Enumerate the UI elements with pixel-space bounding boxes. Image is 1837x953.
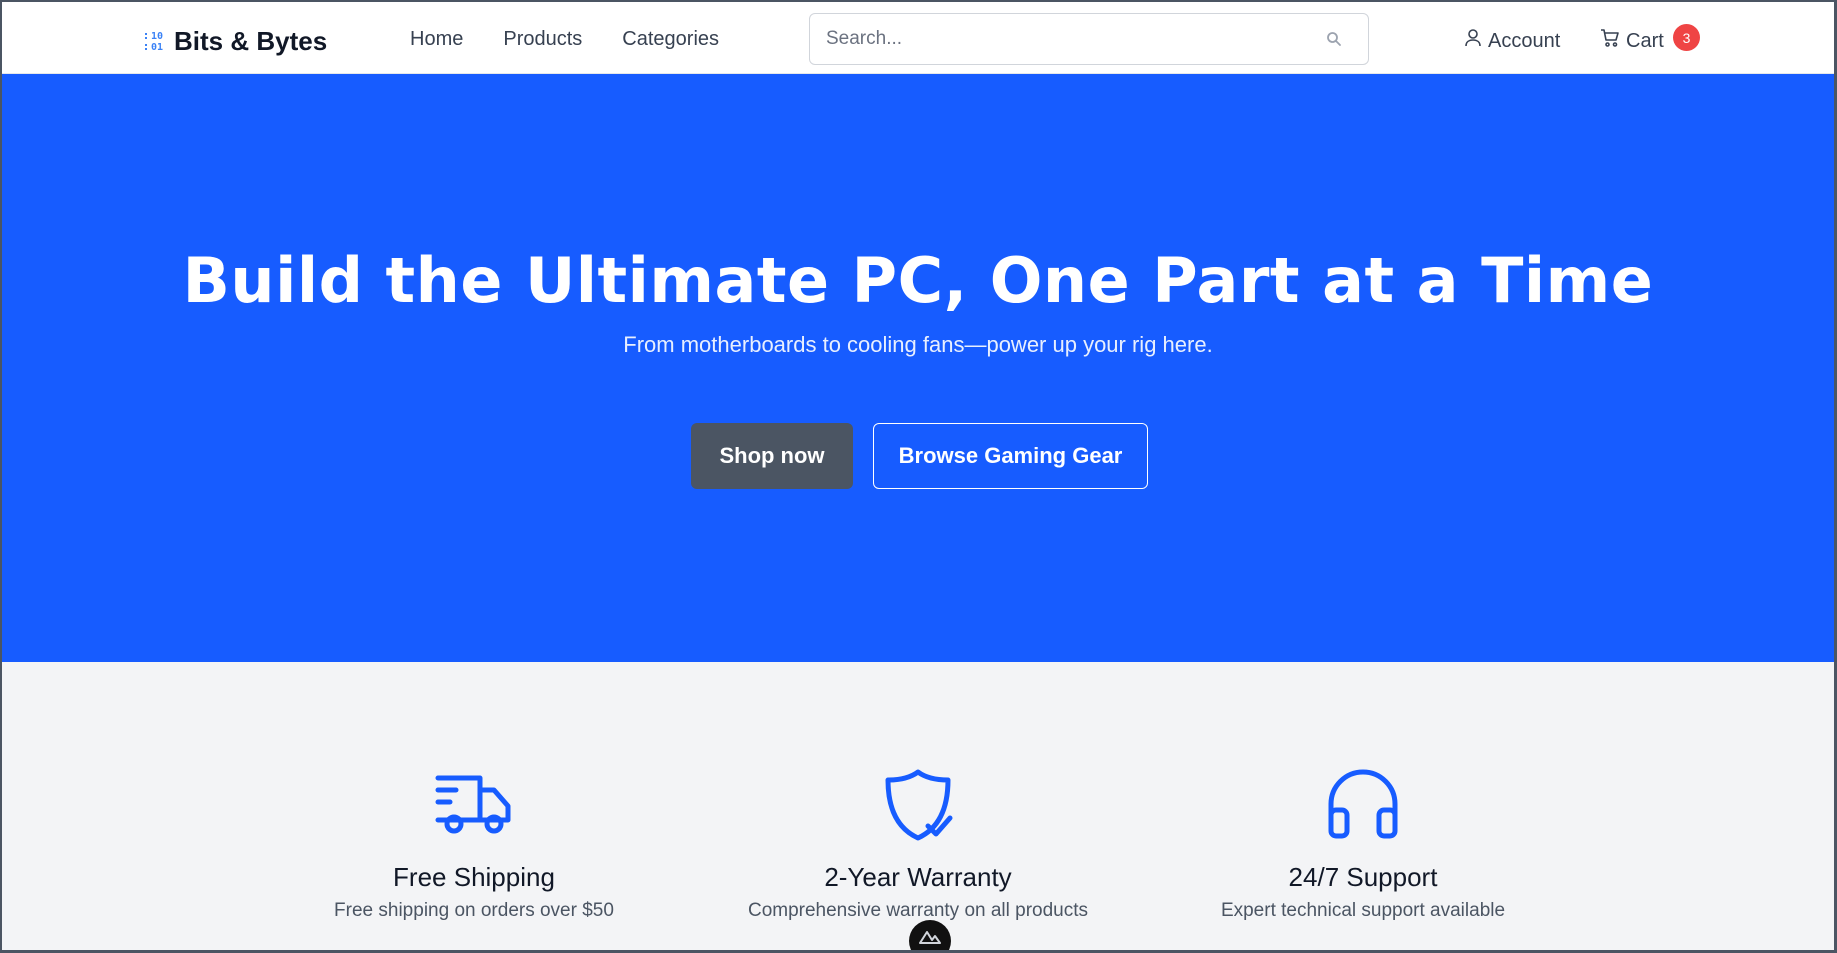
shield-check-icon bbox=[878, 768, 958, 844]
cart-icon bbox=[1600, 28, 1620, 54]
features-section: Free Shipping Free shipping on orders ov… bbox=[2, 662, 1834, 950]
hero-section: Build the Ultimate PC, One Part at a Tim… bbox=[2, 74, 1834, 662]
feature-description: Comprehensive warranty on all products bbox=[747, 900, 1089, 921]
search-box bbox=[809, 13, 1369, 65]
cart-link[interactable]: Cart bbox=[1600, 28, 1664, 54]
nav-item-categories[interactable]: Categories bbox=[622, 28, 719, 51]
cart-count-badge: 3 bbox=[1673, 24, 1700, 51]
nav-item-products[interactable]: Products bbox=[503, 28, 582, 51]
brand-name: Bits & Bytes bbox=[174, 25, 328, 56]
hero-subtitle: From motherboards to cooling fans—power … bbox=[623, 332, 1213, 357]
shop-now-button[interactable]: Shop now bbox=[691, 423, 853, 489]
headphones-icon bbox=[1323, 768, 1403, 844]
mountain-logo-icon bbox=[918, 929, 942, 950]
cart-label: Cart bbox=[1626, 29, 1664, 52]
feature-description: Free shipping on orders over $50 bbox=[334, 900, 614, 921]
browse-gaming-gear-button[interactable]: Browse Gaming Gear bbox=[873, 423, 1148, 489]
main-nav: Home Products Categories bbox=[410, 28, 719, 51]
nav-item-home[interactable]: Home bbox=[410, 28, 463, 51]
feature-description: Expert technical support available bbox=[1220, 900, 1506, 921]
brand-logo[interactable]: 10 01 Bits & Bytes bbox=[144, 26, 327, 56]
hero-title: Build the Ultimate PC, One Part at a Tim… bbox=[182, 244, 1654, 317]
search-input[interactable] bbox=[810, 14, 1324, 64]
binary-logo-icon: 10 01 bbox=[144, 29, 166, 53]
feature-title: Free Shipping bbox=[393, 862, 555, 892]
search-icon[interactable] bbox=[1324, 29, 1344, 49]
truck-icon bbox=[434, 768, 514, 844]
svg-text:10: 10 bbox=[151, 31, 163, 42]
user-icon bbox=[1464, 28, 1482, 54]
account-link[interactable]: Account bbox=[1464, 28, 1560, 54]
browser-viewport: 10 01 Bits & Bytes Home Products Categor… bbox=[0, 0, 1837, 953]
feature-title: 24/7 Support bbox=[1288, 862, 1438, 892]
svg-text:01: 01 bbox=[151, 42, 163, 53]
account-label: Account bbox=[1488, 29, 1561, 52]
feature-title: 2-Year Warranty bbox=[824, 862, 1012, 892]
site-header: 10 01 Bits & Bytes Home Products Categor… bbox=[2, 2, 1834, 74]
